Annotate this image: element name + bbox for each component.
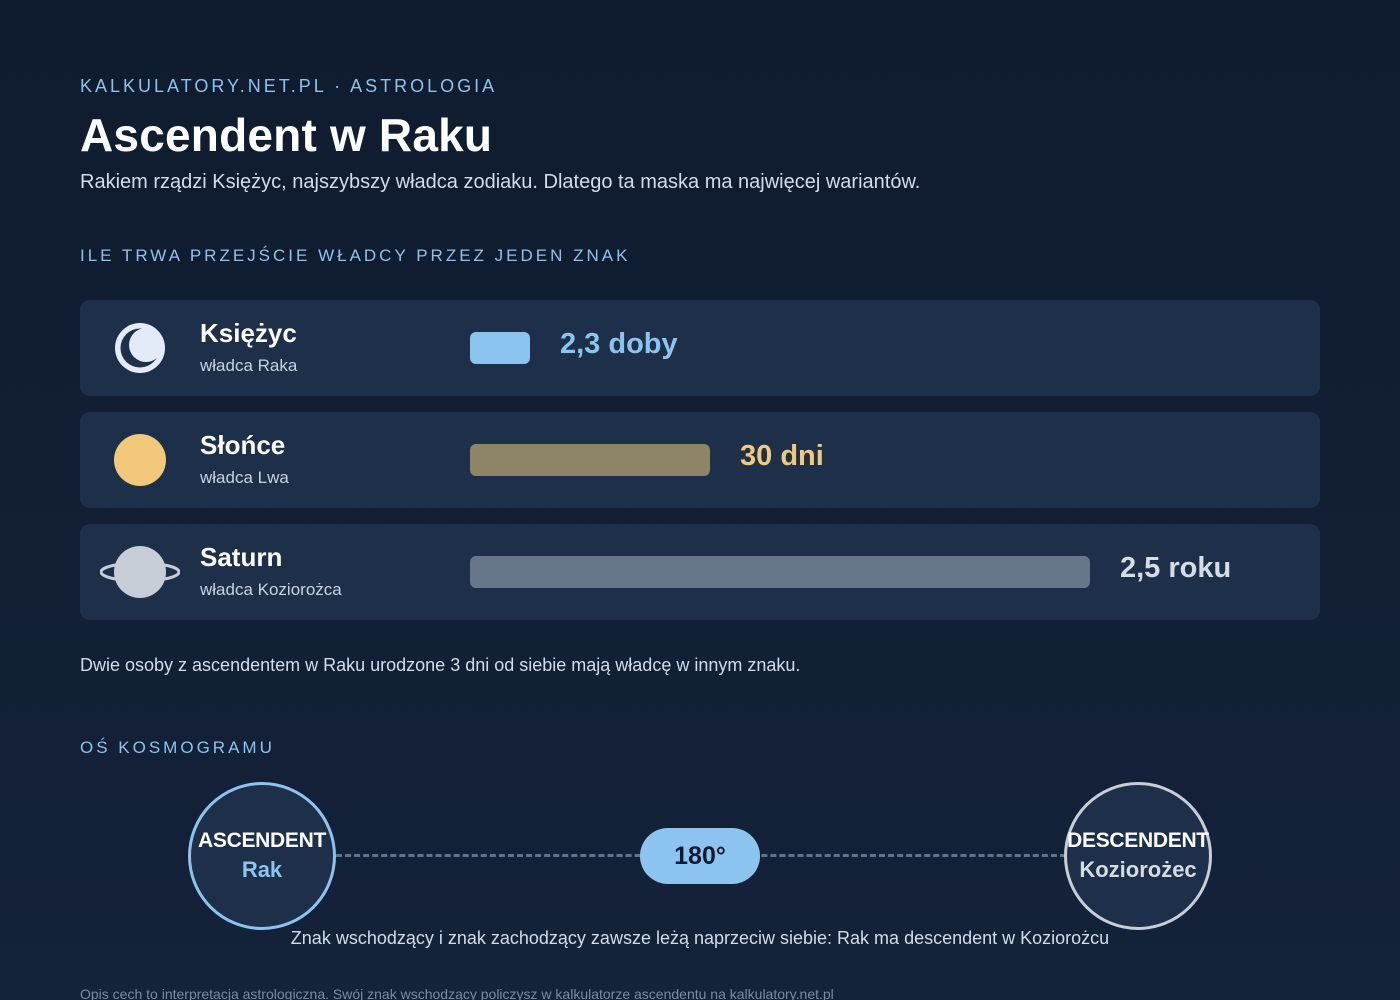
planet-name: Saturn — [200, 542, 283, 572]
axis-section-label: OŚ KOSMOGRAMU — [80, 738, 275, 757]
transit-bar — [470, 444, 710, 476]
axis-caption: Znak wschodzący i znak zachodzący zawsze… — [290, 928, 1110, 948]
descendant-circle: DESCENDENT Koziorożec — [1064, 782, 1212, 930]
descendant-sign: Koziorożec — [1079, 857, 1197, 882]
transit-value: 30 dni — [740, 440, 824, 472]
sun-icon — [100, 430, 180, 490]
transit-row-sun: Słońce władca Lwa 30 dni — [80, 412, 1320, 508]
moon-icon — [100, 318, 180, 378]
breadcrumb: KALKULATORY.NET.PL · ASTROLOGIA — [80, 76, 498, 96]
descendant-label: DESCENDENT — [1067, 829, 1209, 852]
ascendant-circle: ASCENDENT Rak — [188, 782, 336, 930]
footer-note: Opis cech to interpretacja astrologiczna… — [80, 986, 834, 1000]
transit-bar — [470, 556, 1090, 588]
planet-role: władca Lwa — [200, 468, 289, 487]
transit-note: Dwie osoby z ascendentem w Raku urodzone… — [80, 655, 801, 675]
ascendant-sign: Rak — [241, 857, 283, 882]
ascendant-label: ASCENDENT — [198, 829, 326, 852]
page-subtitle: Rakiem rządzi Księżyc, najszybszy władca… — [80, 171, 921, 193]
transit-list: Księżyc władca Raka 2,3 doby Słońce wład… — [80, 300, 1320, 636]
transit-row-moon: Księżyc władca Raka 2,3 doby — [80, 300, 1320, 396]
transit-row-saturn: Saturn władca Koziorożca 2,5 roku — [80, 524, 1320, 620]
transit-bar — [470, 332, 530, 364]
chart-axis-diagram: ASCENDENT Rak 180° DESCENDENT Koziorożec… — [80, 780, 1320, 948]
planet-role: władca Koziorożca — [200, 580, 342, 599]
saturn-icon — [99, 542, 181, 602]
planet-name: Słońce — [200, 430, 286, 460]
page-title: Ascendent w Raku — [80, 109, 493, 161]
planet-name: Księżyc — [200, 318, 297, 348]
degree-badge: 180° — [640, 828, 760, 884]
transit-section-label: ILE TRWA PRZEJŚCIE WŁADCY PRZEZ JEDEN ZN… — [80, 246, 631, 265]
planet-role: władca Raka — [200, 356, 298, 375]
transit-value: 2,5 roku — [1120, 552, 1232, 584]
transit-value: 2,3 doby — [560, 328, 678, 360]
